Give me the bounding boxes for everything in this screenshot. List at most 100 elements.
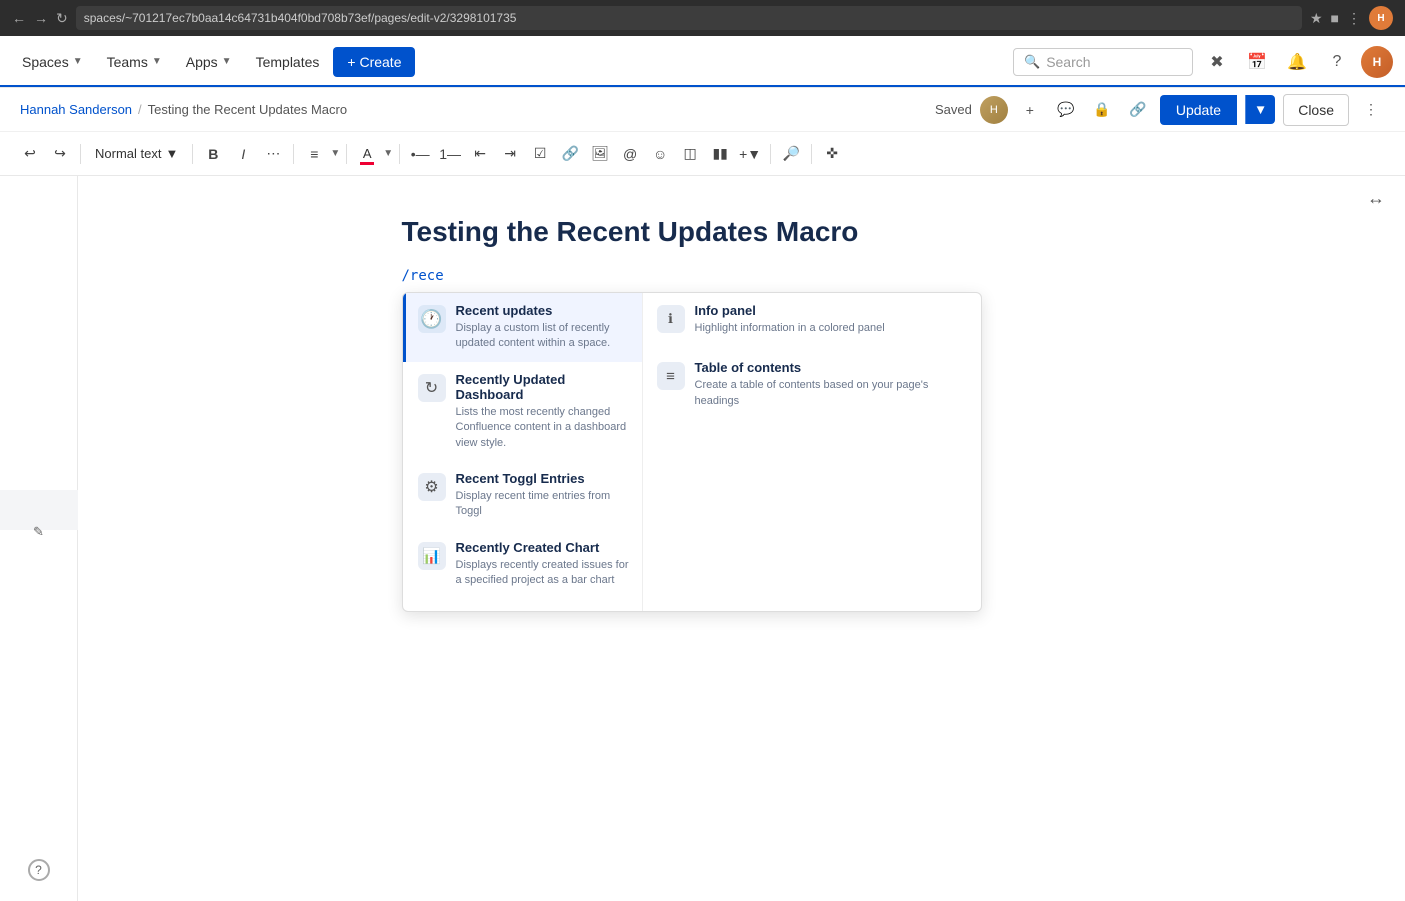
add-collaborator-icon[interactable]: + [1016,96,1044,124]
recently-updated-dashboard-icon: ↻ [418,374,446,402]
autocomplete-item-recent-updates[interactable]: 🕐 Recent updates Display a custom list o… [403,293,642,362]
search-box[interactable]: 🔍 Search [1013,48,1193,76]
redo-button[interactable]: ↪ [46,140,74,168]
nav-teams-label: Teams [107,54,148,70]
autocomplete-item-recently-created-chart[interactable]: 📊 Recently Created Chart Displays recent… [403,530,642,599]
slash-command-text[interactable]: /rece [402,268,1082,284]
restrictions-icon[interactable]: 🔒 [1088,96,1116,124]
comment-icon[interactable]: 💬 [1052,96,1080,124]
expand-width-button[interactable]: ↔ [1367,188,1385,209]
close-button[interactable]: Close [1283,94,1349,126]
nav-templates[interactable]: Templates [246,48,330,76]
italic-button[interactable]: I [229,140,257,168]
info-panel-desc: Highlight information in a colored panel [695,321,967,336]
recent-updates-title: Recent updates [456,303,630,318]
indent-button[interactable]: ⇥ [496,140,524,168]
bold-button[interactable]: B [199,140,227,168]
search-icon: 🔍 [1024,54,1040,70]
user-avatar[interactable]: H [1361,46,1393,78]
link-button[interactable]: 🔗 [556,140,584,168]
nav-teams-chevron: ▼ [152,56,162,67]
toc-desc: Create a table of contents based on your… [695,378,967,409]
browser-url-bar[interactable]: spaces/~701217ec7b0aa14c64731b404f0bd708… [76,6,1302,30]
insert-more-button[interactable]: +▼ [736,140,764,168]
breadcrumb-parent[interactable]: Hannah Sanderson [20,102,132,117]
help-circle-button[interactable]: ? [28,859,50,881]
undo-button[interactable]: ↩ [16,140,44,168]
mention-button[interactable]: @ [616,140,644,168]
emoji-button[interactable]: ☺ [646,140,674,168]
toolbar-sep-7 [811,144,812,164]
main-content: ✎ ? ↔ Testing the Recent Updates Macro /… [0,176,1405,901]
bullet-list-button[interactable]: •― [406,140,434,168]
page-title: Testing the Recent Updates Macro [402,216,1082,248]
numbered-list-button[interactable]: 1― [436,140,464,168]
breadcrumb-separator: / [138,102,142,117]
nav-spaces[interactable]: Spaces ▼ [12,48,93,76]
columns-button[interactable]: ▮▮ [706,140,734,168]
info-panel-title: Info panel [695,303,967,318]
breadcrumb-right: Saved H + 💬 🔒 🔗 Update ▼ Close ⋮ [935,94,1385,126]
autocomplete-item-recently-updated-dashboard[interactable]: ↻ Recently Updated Dashboard Lists the m… [403,362,642,461]
toolbar-sep-2 [192,144,193,164]
recent-toggl-desc: Display recent time entries from Toggl [456,489,630,520]
toolbar-sep-3 [293,144,294,164]
update-dropdown-button[interactable]: ▼ [1245,95,1275,124]
more-options-icon[interactable]: ⋮ [1357,96,1385,124]
fullscreen-button[interactable]: ✜ [818,140,846,168]
collapse-icon[interactable]: ✖ [1201,46,1233,78]
toolbar-sep-4 [346,144,347,164]
editor-area[interactable]: ↔ Testing the Recent Updates Macro /rece… [78,176,1405,901]
browser-extension-icon[interactable]: ■ [1331,10,1339,26]
page-owner-avatar[interactable]: H [980,96,1008,124]
nav-templates-label: Templates [256,54,320,70]
toolbar-sep-6 [770,144,771,164]
recent-toggl-title: Recent Toggl Entries [456,471,630,486]
top-nav: Spaces ▼ Teams ▼ Apps ▼ Templates + Crea… [0,36,1405,88]
bell-icon[interactable]: 🔔 [1281,46,1313,78]
recently-updated-dashboard-title: Recently Updated Dashboard [456,372,630,402]
browser-forward-icon[interactable]: → [34,10,48,26]
calendar-icon[interactable]: 📅 [1241,46,1273,78]
update-button[interactable]: Update [1160,95,1237,125]
nav-spaces-label: Spaces [22,54,69,70]
sidebar-edit-icon[interactable]: ✎ [27,520,51,544]
autocomplete-dropdown: 🕐 Recent updates Display a custom list o… [402,292,982,612]
toolbar-sep-5 [399,144,400,164]
autocomplete-right-item-info-panel[interactable]: ℹ Info panel Highlight information in a … [643,293,981,346]
nav-apps[interactable]: Apps ▼ [176,48,242,76]
autocomplete-right-panel: ℹ Info panel Highlight information in a … [643,293,981,611]
left-sidebar: ✎ ? [0,176,78,901]
browser-settings-icon[interactable]: ⋮ [1347,10,1361,27]
image-button[interactable]: 🖼 [586,140,614,168]
nav-teams[interactable]: Teams ▼ [97,48,172,76]
browser-user-avatar[interactable]: H [1369,6,1393,30]
table-button[interactable]: ◫ [676,140,704,168]
link-icon[interactable]: 🔗 [1124,96,1152,124]
create-button[interactable]: + Create [333,47,415,77]
editor-content: Testing the Recent Updates Macro /rece 🕐… [342,176,1142,652]
text-style-dropdown[interactable]: Normal text ▼ [87,142,186,165]
text-color-button[interactable]: A ​ [353,140,381,168]
recently-created-chart-icon: 📊 [418,542,446,570]
align-button[interactable]: ≡ [300,140,328,168]
browser-back-icon[interactable]: ← [12,10,26,26]
autocomplete-left-panel: 🕐 Recent updates Display a custom list o… [403,293,643,611]
browser-reload-icon[interactable]: ↻ [56,10,68,27]
more-text-button[interactable]: ⋯ [259,140,287,168]
outdent-button[interactable]: ⇤ [466,140,494,168]
autocomplete-right-item-toc[interactable]: ≡ Table of contents Create a table of co… [643,350,981,419]
checkbox-button[interactable]: ☑ [526,140,554,168]
recent-updates-icon: 🕐 [418,305,446,333]
autocomplete-item-page-tree[interactable]: ↻ Page Tree Renders a page tree. [403,599,642,611]
help-icon[interactable]: ? [1321,46,1353,78]
recently-created-chart-title: Recently Created Chart [456,540,630,555]
nav-spaces-chevron: ▼ [73,56,83,67]
toolbar-sep-1 [80,144,81,164]
browser-bookmark-icon[interactable]: ★ [1310,10,1323,27]
autocomplete-item-recent-toggl[interactable]: ⚙ Recent Toggl Entries Display recent ti… [403,461,642,530]
find-replace-button[interactable]: 🔎 [777,140,805,168]
saved-status: Saved [935,102,972,117]
browser-bar: ← → ↻ spaces/~701217ec7b0aa14c64731b404f… [0,0,1405,36]
breadcrumb-bar: Hannah Sanderson / Testing the Recent Up… [0,88,1405,132]
